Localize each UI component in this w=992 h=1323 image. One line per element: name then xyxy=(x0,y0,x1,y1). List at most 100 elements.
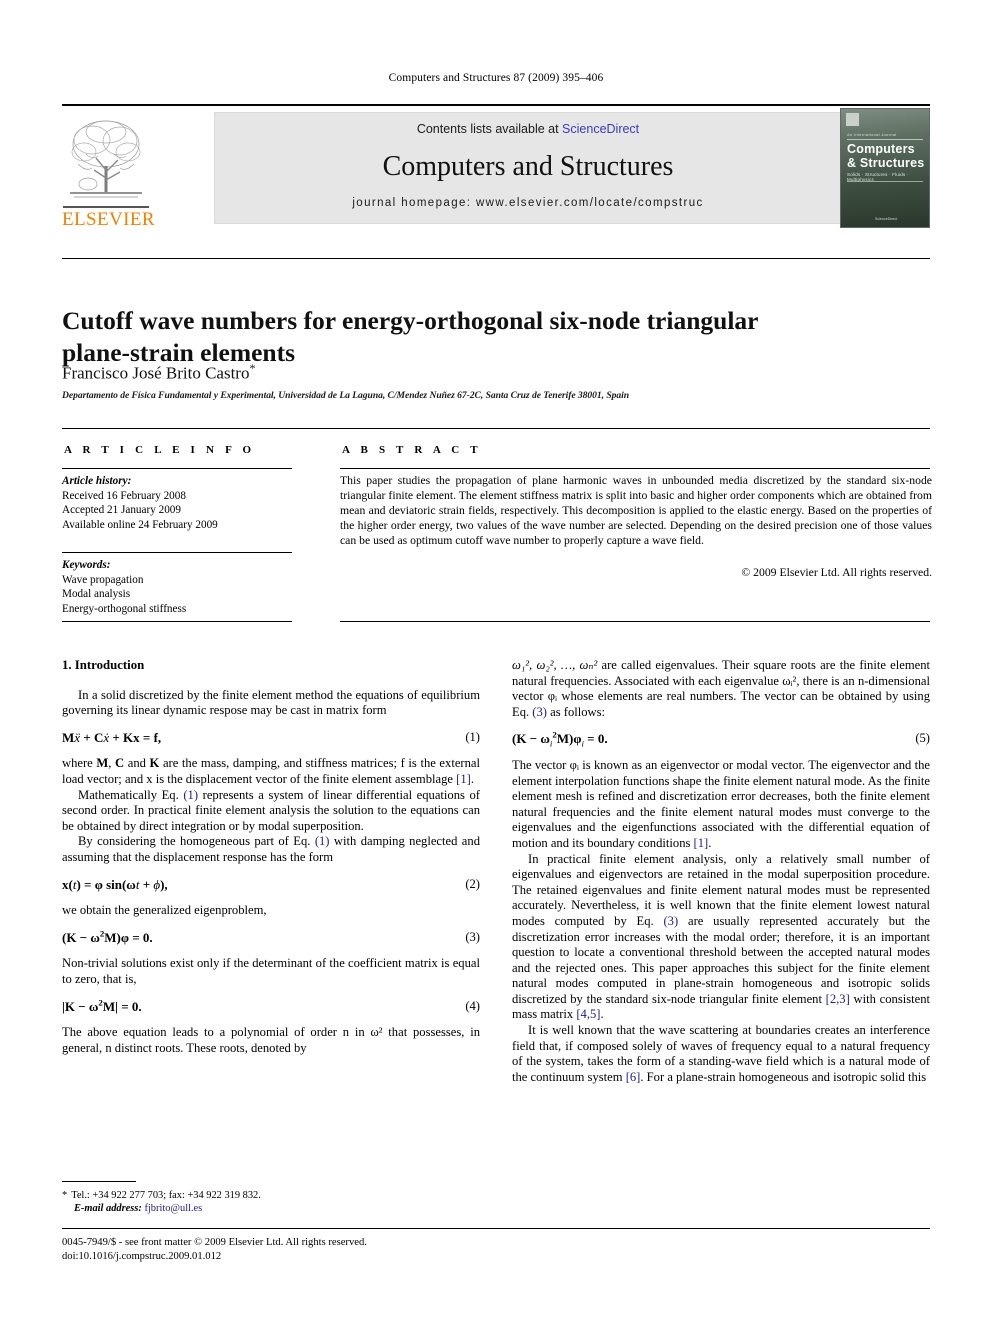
citation-link[interactable]: [1] xyxy=(456,772,471,786)
affiliation: Departamento de Física Fundamental y Exp… xyxy=(62,390,630,401)
equation-2: x(t) = φ sin(ωt + ϕ), (2) xyxy=(62,877,480,893)
inline-math-eigenvalues: ω₁², ω₂², …, ωₙ² xyxy=(512,658,598,672)
elsevier-wordmark-text: ELSEVIER xyxy=(62,208,155,230)
equation-link[interactable]: (3) xyxy=(532,705,547,719)
paragraph: Mathematically Eq. (1) represents a syst… xyxy=(62,788,480,835)
info-rule-bottom xyxy=(62,621,292,622)
equation-1-number: (1) xyxy=(465,729,480,744)
article-history-label: Article history: xyxy=(62,475,132,487)
citation-link[interactable]: [2,3] xyxy=(826,992,850,1006)
page-footer: 0045-7949/$ - see front matter © 2009 El… xyxy=(62,1236,622,1263)
paragraph: In practical finite element analysis, on… xyxy=(512,852,930,1024)
text-run: as follows: xyxy=(546,704,606,719)
keywords-label: Keywords: xyxy=(62,559,111,571)
footnote-block: * Tel.: +34 922 277 703; fax: +34 922 319… xyxy=(62,1189,482,1216)
footnote-separator-rule xyxy=(62,1181,136,1182)
cover-publisher-badge-icon xyxy=(846,113,859,126)
article-history-received: Received 16 February 2008 xyxy=(62,489,186,502)
paragraph: where M, C and K are the mass, damping, … xyxy=(62,756,480,786)
text-run: where xyxy=(62,756,97,771)
equation-5-number: (5) xyxy=(915,731,930,746)
equation-4-expression: |K − ω2M| = 0. xyxy=(62,997,142,1014)
keyword-item: Energy-orthogonal stiffness xyxy=(62,602,187,615)
equation-5: (K − ωi2M)φi = 0. (5) xyxy=(512,730,930,749)
footnote-tel: Tel.: +34 922 277 703; fax: +34 922 319 … xyxy=(71,1190,261,1201)
equation-2-expression: x(t) = φ sin(ωt + ϕ), xyxy=(62,876,168,892)
equation-3-number: (3) xyxy=(465,929,480,944)
footer-issn-line: 0045-7949/$ - see front matter © 2009 El… xyxy=(62,1237,367,1248)
paragraph: It is well known that the wave scatterin… xyxy=(512,1023,930,1085)
text-run: The vector φᵢ is known as an eigenvector… xyxy=(512,757,930,850)
right-column: ω₁², ω₂², …, ωₙ² are called eigenvalues.… xyxy=(512,658,930,1085)
article-info-heading: A R T I C L E I N F O xyxy=(64,444,256,456)
footer-separator-rule xyxy=(62,1228,930,1229)
text-run: are the mass, damping, and stiffness mat… xyxy=(62,756,480,786)
equation-4: |K − ω2M| = 0. (4) xyxy=(62,997,480,1015)
equation-link[interactable]: (3) xyxy=(663,914,678,928)
footnote-email-line: E-mail address: fjbrito@ull.es xyxy=(62,1202,482,1215)
footer-doi-line[interactable]: doi:10.1016/j.compstruc.2009.01.012 xyxy=(62,1250,622,1264)
contents-prefix: Contents lists available at xyxy=(416,122,563,136)
equation-1: Mẍ + Cẋ + Kx = f, (1) xyxy=(62,730,480,746)
cover-rule-bottom xyxy=(847,181,923,182)
citation-link[interactable]: [1] xyxy=(694,836,709,850)
article-history-block: Article history: Received 16 February 20… xyxy=(62,474,298,532)
section-heading-introduction: 1. Introduction xyxy=(62,658,145,672)
author-footnote-marker[interactable]: * xyxy=(249,361,255,375)
citation-link[interactable]: [4,5] xyxy=(576,1007,600,1021)
abstract-rule-top xyxy=(340,468,930,469)
keyword-item: Modal analysis xyxy=(62,588,131,601)
equation-3-expression: (K − ω2M)φ = 0. xyxy=(62,928,153,945)
paragraph: In a solid discretized by the finite ele… xyxy=(62,687,480,718)
abstract-text: This paper studies the propagation of pl… xyxy=(340,474,932,547)
equation-5-expression: (K − ωi2M)φi = 0. xyxy=(512,730,608,749)
footnote-email-label: E-mail address: xyxy=(74,1203,142,1215)
keyword-item: Wave propagation xyxy=(62,573,144,586)
info-abstract-top-rule xyxy=(62,428,930,429)
text-run: . xyxy=(600,1007,604,1022)
elsevier-wordmark: ELSEVIER xyxy=(62,206,155,231)
journal-masthead: ELSEVIER Contents lists available at Sci… xyxy=(62,104,930,230)
article-history-online: Available online 24 February 2009 xyxy=(62,518,218,531)
left-column: 1. Introduction In a solid discretized b… xyxy=(62,658,480,1056)
author-list: Francisco José Brito Castro* xyxy=(62,361,762,384)
journal-homepage-link[interactable]: journal homepage: www.elsevier.com/locat… xyxy=(215,197,841,209)
cover-footer-text: ScienceDirect xyxy=(874,217,898,221)
cover-title-line-1: Computers xyxy=(847,142,915,156)
paragraph: The vector φᵢ is known as an eigenvector… xyxy=(512,758,930,852)
journal-cover-thumbnail[interactable]: An International Journal Computers & Str… xyxy=(840,108,930,228)
contents-available-line: Contents lists available at ScienceDirec… xyxy=(215,122,841,136)
equation-4-number: (4) xyxy=(465,998,480,1013)
sciencedirect-link[interactable]: ScienceDirect xyxy=(562,122,639,136)
equation-3: (K − ω2M)φ = 0. (3) xyxy=(62,928,480,946)
text-run: Mathematically Eq. xyxy=(78,787,184,802)
author-name: Francisco José Brito Castro xyxy=(62,363,250,383)
elsevier-tree-icon xyxy=(66,114,146,202)
abstract-heading: A B S T R A C T xyxy=(342,444,482,456)
running-head: Computers and Structures 87 (2009) 395–4… xyxy=(388,72,604,84)
text-run: By considering the homogeneous part of E… xyxy=(78,834,315,849)
paragraph: ω₁², ω₂², …, ωₙ² are called eigenvalues.… xyxy=(512,658,930,720)
citation-link[interactable]: [6] xyxy=(626,1070,641,1084)
article-history-accepted: Accepted 21 January 2009 xyxy=(62,504,181,517)
footnote-marker: * xyxy=(62,1190,68,1201)
paragraph: Non-trivial solutions exist only if the … xyxy=(62,956,480,986)
paragraph: we obtain the generalized eigenproblem, xyxy=(62,903,267,918)
text-run: . xyxy=(708,835,712,850)
equation-link[interactable]: (1) xyxy=(183,788,198,802)
page-title: Cutoff wave numbers for energy-orthogona… xyxy=(62,306,759,368)
cover-title-line-2: & Structures xyxy=(847,156,925,170)
paper-page: Computers and Structures 87 (2009) 395–4… xyxy=(0,0,992,1323)
abstract-copyright: © 2009 Elsevier Ltd. All rights reserved… xyxy=(741,566,932,579)
equation-link[interactable]: (1) xyxy=(315,834,330,848)
journal-band: Contents lists available at ScienceDirec… xyxy=(214,112,842,224)
cover-subtitle: An International Journal xyxy=(847,132,897,137)
abstract-rule-bottom xyxy=(340,621,930,622)
elsevier-logo: ELSEVIER xyxy=(62,110,155,231)
cover-rule-top xyxy=(847,139,923,140)
paragraph: The above equation leads to a polynomial… xyxy=(62,1025,480,1055)
equation-1-expression: Mẍ + Cẋ + Kx = f, xyxy=(62,729,162,745)
text-run: . For a plane-strain homogeneous and iso… xyxy=(640,1069,927,1084)
footnote-email-link[interactable]: fjbrito@ull.es xyxy=(144,1203,202,1214)
keywords-block: Keywords: Wave propagation Modal analysi… xyxy=(62,558,298,616)
